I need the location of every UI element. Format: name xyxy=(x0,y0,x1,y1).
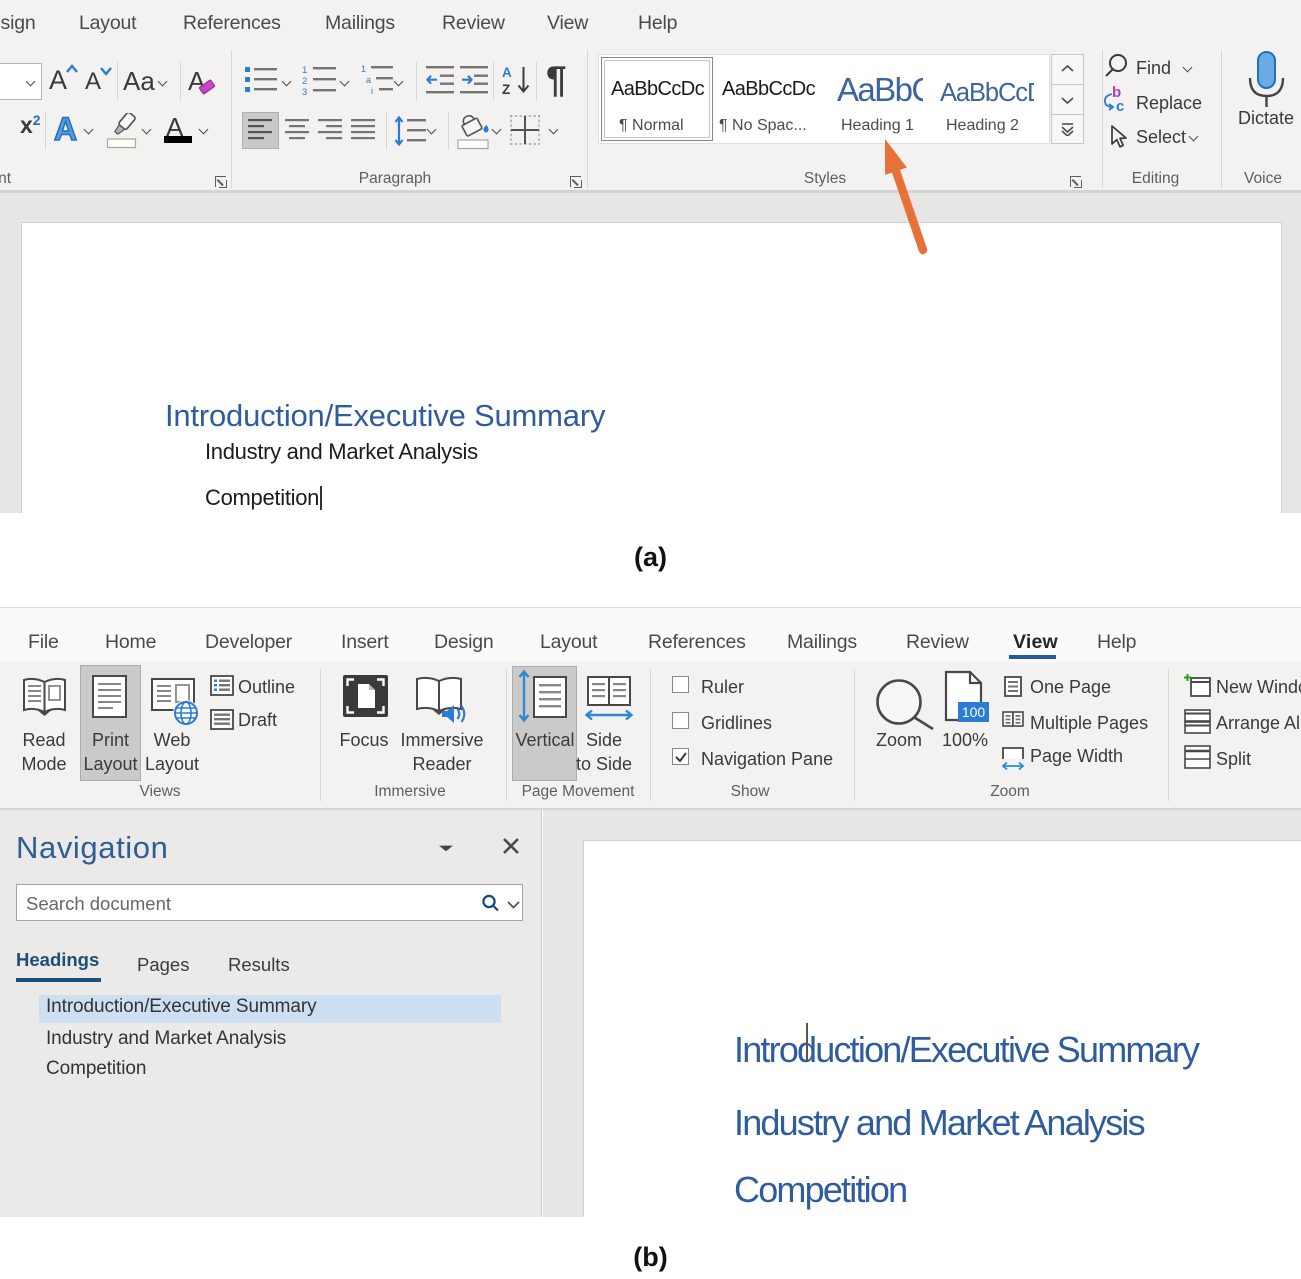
svg-text:Z: Z xyxy=(502,82,510,97)
svg-text:1: 1 xyxy=(361,64,366,74)
svg-text:3: 3 xyxy=(302,87,307,96)
svg-text:2: 2 xyxy=(302,76,307,87)
svg-text:1: 1 xyxy=(302,65,307,76)
svg-text:A: A xyxy=(502,65,512,80)
svg-text:c: c xyxy=(1116,98,1124,114)
svg-text:a: a xyxy=(366,75,371,85)
svg-text:i: i xyxy=(371,86,373,96)
